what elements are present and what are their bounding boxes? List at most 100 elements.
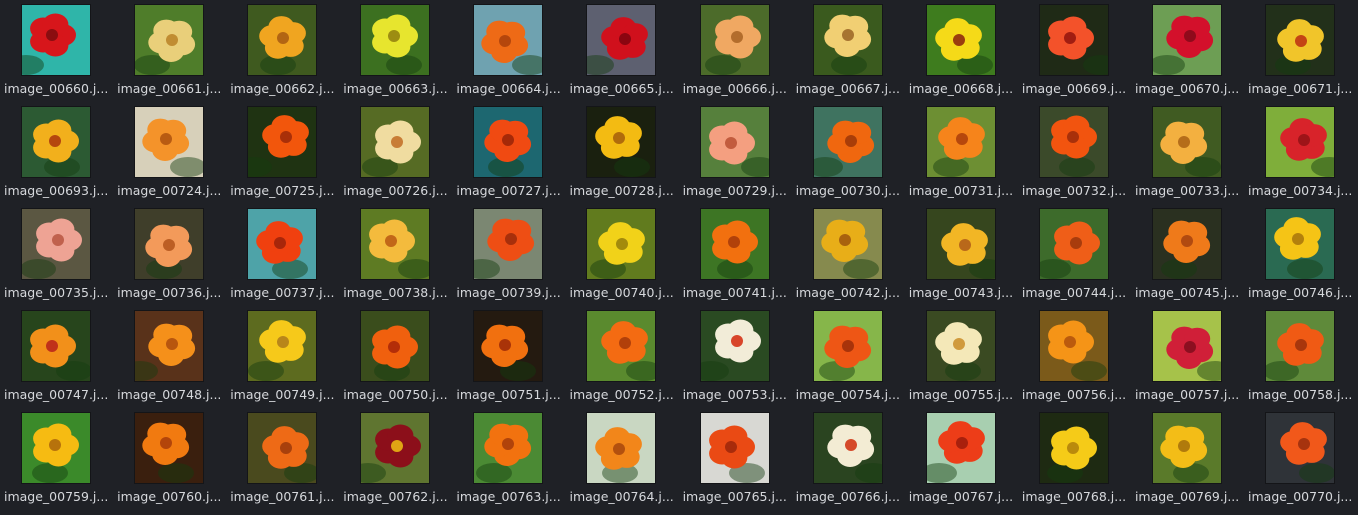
flower-thumbnail-image[interactable] xyxy=(1039,5,1108,75)
flower-thumbnail-image[interactable] xyxy=(22,107,90,177)
file-item[interactable]: image_00742.j... xyxy=(792,204,905,306)
flower-thumbnail-image[interactable] xyxy=(926,5,995,75)
flower-thumbnail-image[interactable] xyxy=(248,5,317,75)
file-item[interactable]: image_00660.j... xyxy=(0,0,113,102)
file-item[interactable]: image_00670.j... xyxy=(1131,0,1244,102)
file-item[interactable]: image_00760.j... xyxy=(113,408,226,510)
file-item[interactable]: image_00767.j... xyxy=(905,408,1018,510)
flower-thumbnail-image[interactable] xyxy=(700,413,769,483)
file-item[interactable]: image_00759.j... xyxy=(0,408,113,510)
file-item[interactable]: image_00724.j... xyxy=(113,102,226,204)
flower-thumbnail-image[interactable] xyxy=(361,5,430,75)
flower-thumbnail-image[interactable] xyxy=(248,413,317,483)
file-item[interactable]: image_00756.j... xyxy=(1018,306,1131,408)
file-item[interactable]: image_00733.j... xyxy=(1131,102,1244,204)
file-item[interactable]: image_00664.j... xyxy=(452,0,565,102)
file-item[interactable]: image_00769.j... xyxy=(1131,408,1244,510)
flower-thumbnail-image[interactable] xyxy=(926,107,995,177)
file-item[interactable]: image_00666.j... xyxy=(679,0,792,102)
file-item[interactable]: image_00762.j... xyxy=(339,408,452,510)
file-item[interactable]: image_00738.j... xyxy=(339,204,452,306)
file-item[interactable]: image_00736.j... xyxy=(113,204,226,306)
file-item[interactable]: image_00671.j... xyxy=(1244,0,1357,102)
flower-thumbnail-image[interactable] xyxy=(1039,209,1108,279)
file-item[interactable]: image_00661.j... xyxy=(113,0,226,102)
flower-thumbnail-image[interactable] xyxy=(700,5,769,75)
flower-thumbnail-image[interactable] xyxy=(1039,413,1108,483)
flower-thumbnail-image[interactable] xyxy=(1152,311,1221,381)
file-item[interactable]: image_00669.j... xyxy=(1018,0,1131,102)
file-item[interactable]: image_00667.j... xyxy=(792,0,905,102)
file-item[interactable]: image_00757.j... xyxy=(1131,306,1244,408)
flower-thumbnail-image[interactable] xyxy=(813,107,882,177)
file-item[interactable]: image_00727.j... xyxy=(452,102,565,204)
file-item[interactable]: image_00746.j... xyxy=(1244,204,1357,306)
flower-thumbnail-image[interactable] xyxy=(700,209,769,279)
file-item[interactable]: image_00763.j... xyxy=(452,408,565,510)
flower-thumbnail-image[interactable] xyxy=(1266,107,1335,177)
file-item[interactable]: image_00754.j... xyxy=(792,306,905,408)
file-item[interactable]: image_00731.j... xyxy=(905,102,1018,204)
flower-thumbnail-image[interactable] xyxy=(361,413,430,483)
flower-thumbnail-image[interactable] xyxy=(587,107,656,177)
file-item[interactable]: image_00665.j... xyxy=(565,0,678,102)
file-item[interactable]: image_00741.j... xyxy=(679,204,792,306)
file-item[interactable]: image_00663.j... xyxy=(339,0,452,102)
flower-thumbnail-image[interactable] xyxy=(135,107,204,177)
flower-thumbnail-image[interactable] xyxy=(22,209,90,279)
flower-thumbnail-image[interactable] xyxy=(1039,107,1108,177)
file-item[interactable]: image_00743.j... xyxy=(905,204,1018,306)
flower-thumbnail-image[interactable] xyxy=(22,311,90,381)
flower-thumbnail-image[interactable] xyxy=(135,413,204,483)
file-item[interactable]: image_00749.j... xyxy=(226,306,339,408)
flower-thumbnail-image[interactable] xyxy=(135,311,204,381)
file-item[interactable]: image_00747.j... xyxy=(0,306,113,408)
flower-thumbnail-image[interactable] xyxy=(700,311,769,381)
file-item[interactable]: image_00752.j... xyxy=(565,306,678,408)
file-item[interactable]: image_00766.j... xyxy=(792,408,905,510)
file-item[interactable]: image_00755.j... xyxy=(905,306,1018,408)
flower-thumbnail-image[interactable] xyxy=(1152,413,1221,483)
file-item[interactable]: image_00729.j... xyxy=(679,102,792,204)
flower-thumbnail-image[interactable] xyxy=(926,413,995,483)
file-item[interactable]: image_00662.j... xyxy=(226,0,339,102)
file-item[interactable]: image_00748.j... xyxy=(113,306,226,408)
flower-thumbnail-image[interactable] xyxy=(1152,5,1221,75)
file-item[interactable]: image_00768.j... xyxy=(1018,408,1131,510)
flower-thumbnail-image[interactable] xyxy=(135,209,204,279)
file-item[interactable]: image_00761.j... xyxy=(226,408,339,510)
flower-thumbnail-image[interactable] xyxy=(1266,311,1335,381)
file-item[interactable]: image_00764.j... xyxy=(565,408,678,510)
flower-thumbnail-image[interactable] xyxy=(1152,107,1221,177)
flower-thumbnail-image[interactable] xyxy=(474,311,543,381)
file-item[interactable]: image_00750.j... xyxy=(339,306,452,408)
flower-thumbnail-image[interactable] xyxy=(474,413,543,483)
flower-thumbnail-image[interactable] xyxy=(1152,209,1221,279)
file-item[interactable]: image_00745.j... xyxy=(1131,204,1244,306)
flower-thumbnail-image[interactable] xyxy=(926,311,995,381)
file-item[interactable]: image_00726.j... xyxy=(339,102,452,204)
file-item[interactable]: image_00728.j... xyxy=(565,102,678,204)
file-item[interactable]: image_00725.j... xyxy=(226,102,339,204)
flower-thumbnail-image[interactable] xyxy=(361,311,430,381)
flower-thumbnail-image[interactable] xyxy=(587,413,656,483)
file-item[interactable]: image_00735.j... xyxy=(0,204,113,306)
file-item[interactable]: image_00693.j... xyxy=(0,102,113,204)
flower-thumbnail-image[interactable] xyxy=(813,413,882,483)
file-item[interactable]: image_00753.j... xyxy=(679,306,792,408)
flower-thumbnail-image[interactable] xyxy=(248,311,317,381)
flower-thumbnail-image[interactable] xyxy=(813,5,882,75)
flower-thumbnail-image[interactable] xyxy=(587,209,656,279)
file-item[interactable]: image_00744.j... xyxy=(1018,204,1131,306)
flower-thumbnail-image[interactable] xyxy=(1266,5,1335,75)
file-item[interactable]: image_00739.j... xyxy=(452,204,565,306)
file-item[interactable]: image_00751.j... xyxy=(452,306,565,408)
file-item[interactable]: image_00732.j... xyxy=(1018,102,1131,204)
flower-thumbnail-image[interactable] xyxy=(1266,413,1335,483)
file-item[interactable]: image_00668.j... xyxy=(905,0,1018,102)
flower-thumbnail-image[interactable] xyxy=(474,107,543,177)
flower-thumbnail-image[interactable] xyxy=(474,5,543,75)
flower-thumbnail-image[interactable] xyxy=(248,209,317,279)
flower-thumbnail-image[interactable] xyxy=(587,5,656,75)
file-item[interactable]: image_00740.j... xyxy=(565,204,678,306)
